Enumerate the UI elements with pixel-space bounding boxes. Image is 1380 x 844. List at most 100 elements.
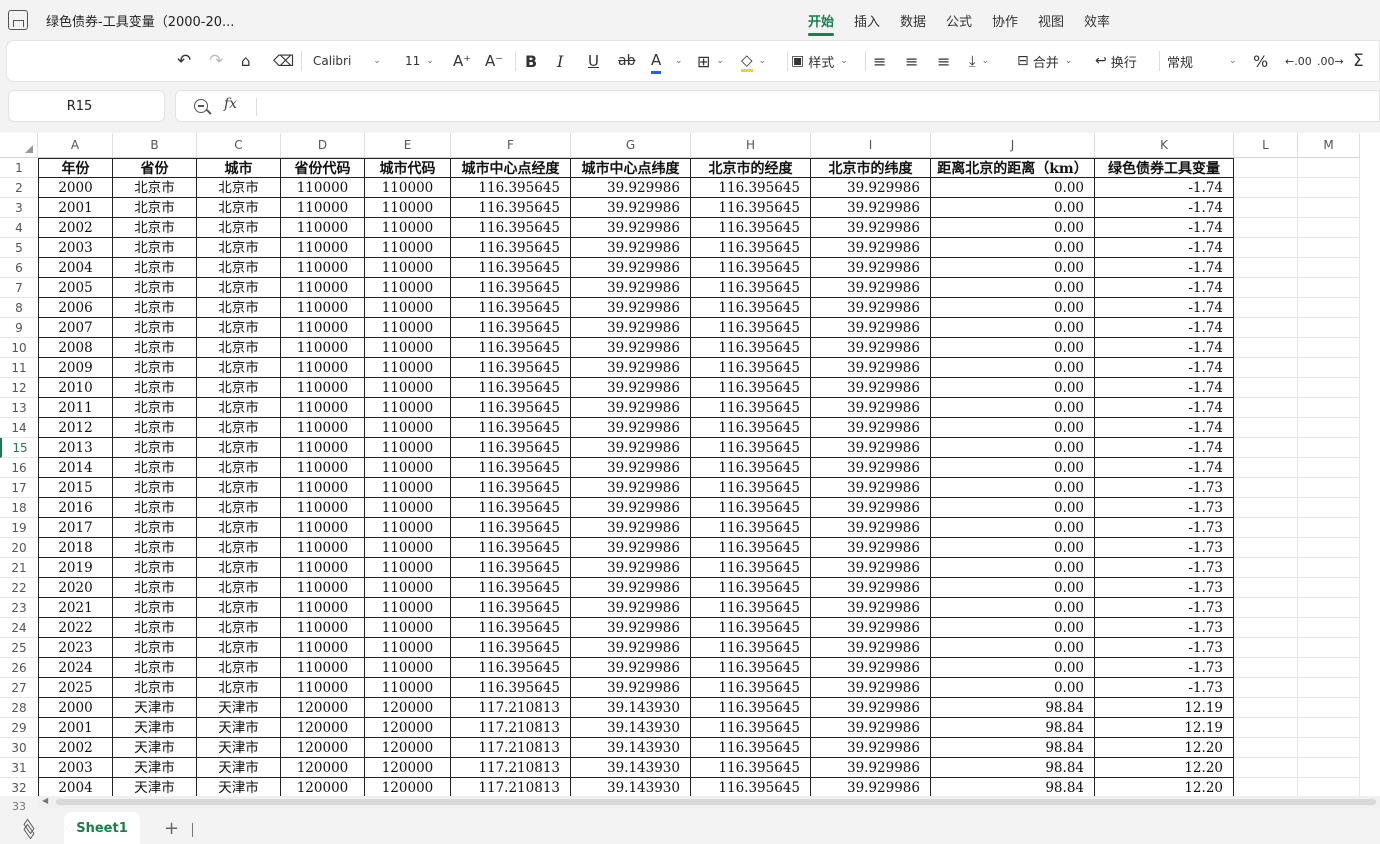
table-cell[interactable]: -1.74 bbox=[1095, 358, 1234, 378]
table-cell[interactable]: 110000 bbox=[281, 338, 365, 358]
table-cell[interactable]: 39.929986 bbox=[571, 438, 691, 458]
table-cell[interactable]: 39.929986 bbox=[571, 338, 691, 358]
table-cell[interactable]: 120000 bbox=[365, 698, 451, 718]
table-cell[interactable]: 110000 bbox=[281, 418, 365, 438]
table-cell[interactable]: 39.929986 bbox=[571, 538, 691, 558]
empty-cell[interactable] bbox=[1234, 358, 1298, 378]
table-cell[interactable]: 116.395645 bbox=[691, 498, 811, 518]
table-cell[interactable]: 2008 bbox=[38, 338, 113, 358]
table-cell[interactable]: 117.210813 bbox=[451, 758, 571, 778]
table-cell[interactable]: 北京市 bbox=[113, 358, 197, 378]
table-cell[interactable]: 120000 bbox=[281, 698, 365, 718]
empty-cell[interactable] bbox=[1234, 438, 1298, 458]
table-cell[interactable]: 116.395645 bbox=[691, 658, 811, 678]
empty-cell[interactable] bbox=[1234, 658, 1298, 678]
increase-decimal-icon[interactable]: .00→ bbox=[1317, 41, 1344, 81]
menu-formula[interactable]: 公式 bbox=[946, 11, 972, 30]
empty-cell[interactable] bbox=[1234, 518, 1298, 538]
table-cell[interactable]: 110000 bbox=[365, 598, 451, 618]
table-cell[interactable]: -1.73 bbox=[1095, 618, 1234, 638]
table-cell[interactable]: 39.929986 bbox=[571, 318, 691, 338]
table-cell[interactable]: 39.929986 bbox=[811, 638, 931, 658]
table-cell[interactable]: 120000 bbox=[365, 718, 451, 738]
table-cell[interactable]: 2002 bbox=[38, 218, 113, 238]
table-cell[interactable]: 39.143930 bbox=[571, 698, 691, 718]
table-cell[interactable]: 2005 bbox=[38, 278, 113, 298]
underline-button[interactable]: U bbox=[588, 41, 599, 81]
table-cell[interactable]: 39.929986 bbox=[811, 778, 931, 796]
table-cell[interactable]: 北京市 bbox=[113, 458, 197, 478]
table-cell[interactable]: 2001 bbox=[38, 198, 113, 218]
table-cell[interactable]: -1.74 bbox=[1095, 318, 1234, 338]
table-cell[interactable]: 98.84 bbox=[931, 738, 1095, 758]
table-cell[interactable]: -1.73 bbox=[1095, 678, 1234, 698]
table-cell[interactable]: 2004 bbox=[38, 258, 113, 278]
shrink-font-icon[interactable]: A⁻ bbox=[485, 41, 503, 81]
table-cell[interactable]: 39.929986 bbox=[811, 518, 931, 538]
empty-cell[interactable] bbox=[1234, 178, 1298, 198]
merge-button[interactable]: ⊟ 合并 ⌄ bbox=[1017, 41, 1072, 81]
header-cell[interactable]: 城市代码 bbox=[365, 158, 451, 178]
row-header-18[interactable]: 18 bbox=[0, 498, 38, 518]
table-cell[interactable]: 39.929986 bbox=[571, 478, 691, 498]
empty-cell[interactable] bbox=[1298, 698, 1360, 718]
table-cell[interactable]: 110000 bbox=[281, 218, 365, 238]
column-header-j[interactable]: J bbox=[931, 133, 1095, 158]
table-cell[interactable]: 39.929986 bbox=[571, 398, 691, 418]
table-cell[interactable]: 2015 bbox=[38, 478, 113, 498]
table-cell[interactable]: 2003 bbox=[38, 758, 113, 778]
table-cell[interactable]: 天津市 bbox=[113, 738, 197, 758]
header-cell[interactable]: 距离北京的距离（km） bbox=[931, 158, 1095, 178]
table-cell[interactable]: 110000 bbox=[281, 238, 365, 258]
header-cell[interactable]: 绿色债券工具变量 bbox=[1095, 158, 1234, 178]
table-cell[interactable]: 39.929986 bbox=[571, 418, 691, 438]
table-cell[interactable]: 0.00 bbox=[931, 218, 1095, 238]
format-painter-icon[interactable]: ⌂ bbox=[241, 41, 251, 81]
table-cell[interactable]: 116.395645 bbox=[451, 618, 571, 638]
align-center-icon[interactable]: ≡ bbox=[905, 41, 918, 81]
table-cell[interactable]: 0.00 bbox=[931, 598, 1095, 618]
empty-cell[interactable] bbox=[1298, 498, 1360, 518]
table-cell[interactable]: 116.395645 bbox=[691, 738, 811, 758]
table-cell[interactable]: 北京市 bbox=[113, 178, 197, 198]
scroll-left-icon[interactable]: ◀ bbox=[42, 796, 48, 805]
table-cell[interactable]: 116.395645 bbox=[691, 478, 811, 498]
table-cell[interactable]: 116.395645 bbox=[691, 438, 811, 458]
table-cell[interactable]: 0.00 bbox=[931, 638, 1095, 658]
empty-cell[interactable] bbox=[1234, 698, 1298, 718]
menu-collab[interactable]: 协作 bbox=[992, 11, 1018, 30]
table-cell[interactable]: 110000 bbox=[365, 478, 451, 498]
table-cell[interactable]: 北京市 bbox=[113, 278, 197, 298]
table-cell[interactable]: 116.395645 bbox=[691, 358, 811, 378]
empty-cell[interactable] bbox=[1234, 778, 1298, 796]
table-cell[interactable]: 12.20 bbox=[1095, 738, 1234, 758]
row-header-27[interactable]: 27 bbox=[0, 678, 38, 698]
empty-cell[interactable] bbox=[1234, 578, 1298, 598]
table-cell[interactable]: 39.929986 bbox=[811, 458, 931, 478]
table-cell[interactable]: 0.00 bbox=[931, 338, 1095, 358]
table-cell[interactable]: 116.395645 bbox=[691, 198, 811, 218]
row-header-24[interactable]: 24 bbox=[0, 618, 38, 638]
table-cell[interactable]: 2025 bbox=[38, 678, 113, 698]
table-cell[interactable]: 116.395645 bbox=[451, 678, 571, 698]
table-cell[interactable]: 0.00 bbox=[931, 678, 1095, 698]
table-cell[interactable]: 12.20 bbox=[1095, 758, 1234, 778]
table-cell[interactable]: 北京市 bbox=[197, 358, 281, 378]
row-header-28[interactable]: 28 bbox=[0, 698, 38, 718]
sheet-tab-sheet1[interactable]: Sheet1 bbox=[64, 812, 140, 844]
table-cell[interactable]: -1.73 bbox=[1095, 498, 1234, 518]
table-cell[interactable]: 2012 bbox=[38, 418, 113, 438]
table-cell[interactable]: 北京市 bbox=[197, 258, 281, 278]
column-header-l[interactable]: L bbox=[1234, 133, 1298, 158]
empty-cell[interactable] bbox=[1234, 318, 1298, 338]
row-header-2[interactable]: 2 bbox=[0, 178, 38, 198]
table-cell[interactable]: 39.929986 bbox=[811, 378, 931, 398]
table-cell[interactable]: -1.74 bbox=[1095, 378, 1234, 398]
table-cell[interactable]: 116.395645 bbox=[691, 458, 811, 478]
function-icon[interactable]: fx bbox=[224, 96, 237, 112]
table-cell[interactable]: -1.73 bbox=[1095, 578, 1234, 598]
menu-view[interactable]: 视图 bbox=[1038, 11, 1064, 30]
table-cell[interactable]: 北京市 bbox=[197, 198, 281, 218]
table-cell[interactable]: -1.74 bbox=[1095, 298, 1234, 318]
table-cell[interactable]: 39.929986 bbox=[811, 658, 931, 678]
